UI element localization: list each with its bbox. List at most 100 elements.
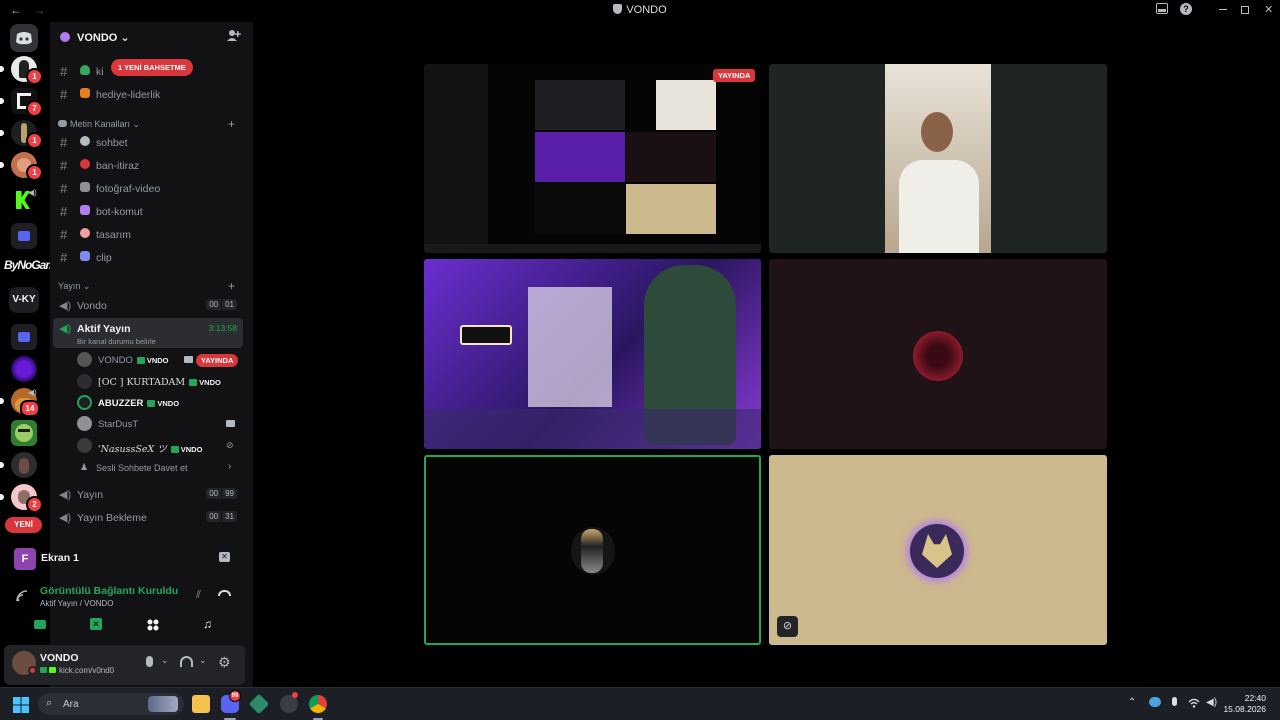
gear-icon[interactable]: ⚙ <box>218 654 231 671</box>
user-limit-counter: 00 01 <box>206 299 237 310</box>
server-icon[interactable] <box>11 420 37 446</box>
user-status[interactable]: kick.com/v0nd0 <box>40 666 114 675</box>
screen-share-icon[interactable]: ✕ <box>90 618 102 630</box>
channel-item[interactable]: # fotoğraf-video <box>56 178 244 198</box>
create-channel-icon[interactable]: + <box>228 279 235 293</box>
direct-messages-button[interactable] <box>10 24 38 52</box>
speaker-icon: ◀) <box>59 489 72 501</box>
voice-member[interactable]: StarDusT <box>74 414 242 434</box>
channel-label: sohbet <box>96 137 128 149</box>
server-icon[interactable] <box>11 452 37 478</box>
floor <box>424 409 761 449</box>
user-limit-counter: 00 99 <box>206 488 237 499</box>
close-icon[interactable]: ✕ <box>1264 3 1273 16</box>
soundboard-icon[interactable]: ♫ <box>203 617 212 631</box>
hash-icon: # <box>60 64 68 79</box>
noise-suppression-icon[interactable]: ⫽ <box>196 589 201 602</box>
chevron-down-icon: ⌄ <box>82 281 91 291</box>
app-icon[interactable] <box>248 693 270 715</box>
voice-member[interactable]: ABUZZER VNDO <box>74 393 242 413</box>
vky-server-icon[interactable]: V-KY <box>9 287 39 313</box>
voice-member[interactable]: 'NasussSeX ツ VNDO ⊘ <box>74 436 242 456</box>
channel-label: tasarım <box>96 229 132 241</box>
folder-icon[interactable] <box>11 324 37 350</box>
stream-preview-tile <box>656 80 716 130</box>
cloud-icon[interactable] <box>1149 697 1161 707</box>
server-icon[interactable] <box>11 356 37 382</box>
new-unreads-pill[interactable]: YENİ <box>5 517 42 533</box>
microphone-icon[interactable] <box>1172 697 1177 706</box>
minimize-icon[interactable] <box>1219 9 1227 10</box>
server-header[interactable]: VONDO ⌄ <box>50 22 253 52</box>
server-boost-icon <box>60 32 70 42</box>
voice-channel-aktif-yayin[interactable]: ◀) Aktif Yayın 3:13:58 Bir kanal durumu … <box>53 318 243 348</box>
chrome-icon[interactable] <box>309 695 327 713</box>
maximize-icon[interactable] <box>1241 6 1249 14</box>
unread-pill <box>0 98 4 104</box>
search-input[interactable]: ⌕ Ara <box>38 693 184 715</box>
discord-badge: 99 <box>229 690 241 702</box>
speaker-icon: ◀) <box>28 388 37 397</box>
invite-to-voice-row[interactable]: ♟ Sesli Sohbete Davet et › <box>74 458 242 478</box>
hash-icon: # <box>60 250 68 265</box>
screen-label: Ekran 1 <box>41 552 79 564</box>
connection-status[interactable]: Görüntülü Bağlantı Kuruldu <box>40 585 178 597</box>
title-bar: ← → VONDO ? ✕ <box>0 0 1280 22</box>
video-tile-room[interactable] <box>424 259 761 449</box>
server-name: VONDO ⌄ <box>77 31 130 44</box>
create-channel-icon[interactable]: + <box>228 117 235 131</box>
voice-member[interactable]: VONDO VNDO YAYINDA <box>74 350 242 370</box>
channel-status[interactable]: Bir kanal durumu belirle <box>77 337 156 346</box>
camera-toggle-icon[interactable] <box>34 620 46 629</box>
hash-icon: # <box>60 204 68 219</box>
stream-preview-tile <box>626 132 716 182</box>
category-voice-channels[interactable]: Yayın ⌄ + <box>58 279 235 293</box>
wifi-icon[interactable] <box>1188 698 1200 711</box>
stream-timer: 3:13:58 <box>208 323 237 333</box>
volume-icon[interactable]: ◀) <box>1206 697 1217 708</box>
voice-channel-yayin-bekleme[interactable]: ◀) Yayın Bekleme 00 31 <box>53 507 243 527</box>
folder-icon[interactable] <box>11 223 37 249</box>
channel-item[interactable]: # bot-komut <box>56 201 244 221</box>
new-mention-banner[interactable]: 1 YENİ BAHSETME <box>111 59 193 76</box>
channel-item[interactable]: # tasarım <box>56 224 244 244</box>
activities-icon[interactable] <box>147 618 159 636</box>
windows-taskbar: ⌕ Ara 99 ⌃ ◀) 22:40 15.08.2026 <box>0 687 1280 720</box>
start-icon[interactable] <box>13 697 29 718</box>
member-name: ABUZZER VNDO <box>98 398 179 409</box>
video-tile-avatar[interactable] <box>769 259 1107 449</box>
disconnect-icon[interactable] <box>218 590 231 596</box>
hash-icon: # <box>60 135 68 150</box>
server-tag: VNDO <box>147 399 179 408</box>
voice-member[interactable]: [OC ] KURTADAM VNDO <box>74 372 242 392</box>
screen-avatar: F <box>14 548 36 570</box>
channel-item[interactable]: # hediye-liderlik <box>56 84 244 104</box>
connection-location[interactable]: Aktif Yayın / VONDO <box>40 599 114 608</box>
video-tile-muted[interactable]: ⊘ <box>769 455 1107 645</box>
chevron-down-icon[interactable]: ⌄ <box>161 655 169 666</box>
channel-label: hediye-liderlik <box>96 89 161 101</box>
tray-overflow-icon[interactable]: ⌃ <box>1128 697 1136 708</box>
voice-channel-vondo[interactable]: ◀) Vondo 00 01 <box>53 295 243 315</box>
server-tag-text: VNDO <box>157 399 180 408</box>
channel-item[interactable]: # ban-itiraz <box>56 155 244 175</box>
chevron-down-icon[interactable]: ⌄ <box>199 655 207 666</box>
stream-tile-screen[interactable]: YAYINDA <box>424 64 761 253</box>
channel-item[interactable]: # clip <box>56 247 244 267</box>
video-tile-speaking[interactable] <box>424 455 761 645</box>
invite-icon[interactable] <box>227 29 241 45</box>
category-text-channels[interactable]: Metin Kanalları ⌄ + <box>58 117 235 131</box>
clock[interactable]: 22:40 15.08.2026 <box>1223 693 1266 715</box>
headphones-icon[interactable] <box>180 656 193 667</box>
voice-connection-panel: Görüntülü Bağlantı Kuruldu Aktif Yayın /… <box>6 578 244 640</box>
stop-stream-icon[interactable]: ✕ <box>219 552 230 562</box>
inbox-icon[interactable] <box>1156 3 1168 17</box>
voice-channel-yayin[interactable]: ◀) Yayın 00 99 <box>53 484 243 504</box>
user-name[interactable]: VONDO <box>40 652 79 664</box>
file-explorer-icon[interactable] <box>192 695 210 713</box>
channel-label: ban-itiraz <box>96 160 140 172</box>
microphone-icon[interactable] <box>146 656 153 667</box>
video-tile-camera[interactable] <box>769 64 1107 253</box>
help-icon[interactable]: ? <box>1180 3 1192 15</box>
channel-item[interactable]: # sohbet <box>56 132 244 152</box>
